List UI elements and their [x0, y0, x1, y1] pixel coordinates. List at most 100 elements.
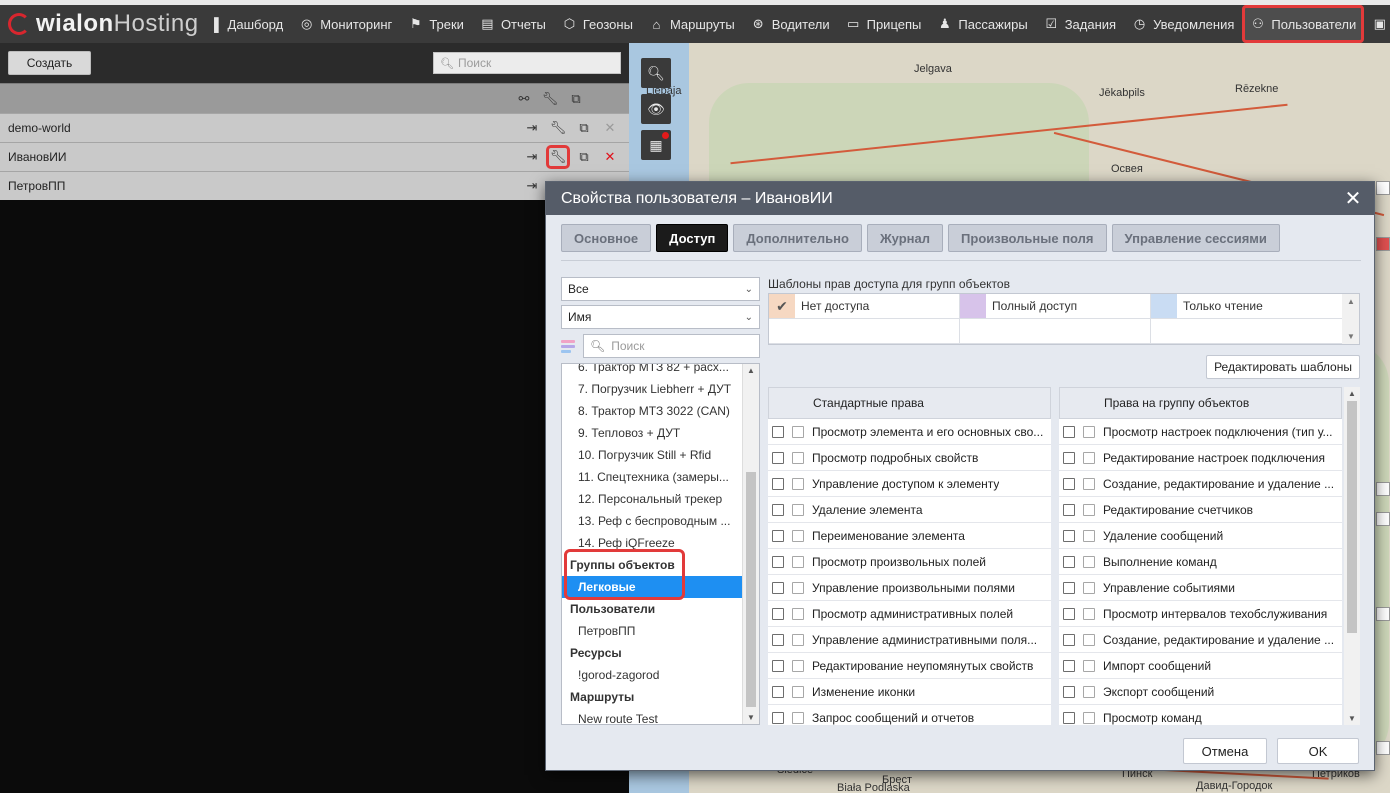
deny-checkbox[interactable]	[1083, 633, 1095, 646]
login-as-icon[interactable]: ⇥	[519, 146, 545, 168]
tree-item[interactable]: 9. Тепловоз + ДУТ	[562, 422, 742, 444]
deny-checkbox[interactable]	[792, 607, 804, 620]
cancel-button[interactable]: Отмена	[1183, 738, 1267, 764]
nav-item[interactable]: ▐ Дашборд	[199, 5, 292, 43]
template-cell[interactable]: Полный доступ	[960, 294, 1151, 318]
tree-group-header[interactable]: Маршруты	[562, 686, 742, 708]
nav-item[interactable]: ▣Об	[1364, 5, 1390, 43]
deny-checkbox[interactable]	[792, 581, 804, 594]
allow-checkbox[interactable]	[772, 529, 784, 542]
allow-checkbox[interactable]	[1063, 633, 1075, 646]
deny-checkbox[interactable]	[792, 633, 804, 646]
allow-checkbox[interactable]	[1063, 477, 1075, 490]
tree-item[interactable]: 14. Реф iQFreeze	[562, 532, 742, 554]
map-edge-control[interactable]	[1376, 181, 1390, 195]
tree-group-header[interactable]: Ресурсы	[562, 642, 742, 664]
allow-checkbox[interactable]	[772, 451, 784, 464]
deny-checkbox[interactable]	[1083, 685, 1095, 698]
deny-checkbox[interactable]	[792, 711, 804, 724]
user-row[interactable]: demo-world ⇥ 🔧︎ ⧉ ✕	[0, 113, 629, 142]
deny-checkbox[interactable]	[792, 503, 804, 516]
nav-item[interactable]: ⬡ Геозоны	[554, 5, 641, 43]
wrench-icon[interactable]: 🔧︎	[537, 88, 563, 110]
map-edge-control[interactable]	[1376, 741, 1390, 755]
rights-scrollbar[interactable]: ▲ ▼	[1344, 387, 1360, 725]
allow-checkbox[interactable]	[772, 607, 784, 620]
delete-icon[interactable]: ✕	[589, 88, 615, 110]
allow-checkbox[interactable]	[772, 581, 784, 594]
users-search-input[interactable]: 🔍︎ Поиск	[433, 52, 621, 74]
allow-checkbox[interactable]	[772, 633, 784, 646]
user-row[interactable]: ПетровПП ⇥	[0, 171, 629, 200]
allow-checkbox[interactable]	[1063, 711, 1075, 724]
map-edge-control[interactable]	[1376, 512, 1390, 526]
allow-checkbox[interactable]	[772, 711, 784, 724]
tree-item[interactable]: 7. Погрузчик Liebherr + ДУТ	[562, 378, 742, 400]
allow-checkbox[interactable]	[772, 555, 784, 568]
templates-scrollbar[interactable]: ▲ ▼	[1342, 294, 1359, 344]
deny-checkbox[interactable]	[1083, 451, 1095, 464]
map-edge-control[interactable]	[1376, 482, 1390, 496]
user-row[interactable]: ИвановИИ ⇥ 🔧︎ ⧉ ✕	[0, 142, 629, 171]
allow-checkbox[interactable]	[772, 425, 784, 438]
deny-checkbox[interactable]	[1083, 477, 1095, 490]
deny-checkbox[interactable]	[792, 451, 804, 464]
tab-2[interactable]: Дополнительно	[733, 224, 862, 252]
template-cell[interactable]: Только чтение	[1151, 294, 1342, 318]
wrench-icon[interactable]: 🔧︎	[546, 145, 570, 169]
no-rights-icon[interactable]: 🔧︎	[545, 117, 571, 139]
deny-checkbox[interactable]	[792, 425, 804, 438]
template-cell[interactable]: ✔ Нет доступа	[769, 294, 960, 318]
deny-checkbox[interactable]	[792, 659, 804, 672]
tab-0[interactable]: Основное	[561, 224, 652, 252]
tree-group-header[interactable]: Группы объектов	[562, 554, 742, 576]
allow-checkbox[interactable]	[1063, 607, 1075, 620]
user-settings-icon[interactable]: ⚯	[511, 88, 537, 110]
login-as-icon[interactable]: ⇥	[519, 175, 545, 197]
tree-group-header[interactable]: Пользователи	[562, 598, 742, 620]
nav-item[interactable]: ⌂ Маршруты	[641, 5, 743, 43]
allow-checkbox[interactable]	[772, 685, 784, 698]
edit-templates-button[interactable]: Редактировать шаблоны	[1206, 355, 1360, 379]
deny-checkbox[interactable]	[1083, 503, 1095, 516]
copy-icon[interactable]: ⧉	[571, 117, 597, 139]
nav-item[interactable]: ▤ Отчеты	[472, 5, 554, 43]
tree-item[interactable]: 12. Персональный трекер	[562, 488, 742, 510]
nav-item[interactable]: ♟ Пассажиры	[929, 5, 1035, 43]
objects-search-input[interactable]: 🔍︎ Поиск	[583, 334, 760, 358]
nav-item[interactable]: ⚑ Треки	[400, 5, 472, 43]
deny-checkbox[interactable]	[1083, 425, 1095, 438]
allow-checkbox[interactable]	[1063, 685, 1075, 698]
allow-checkbox[interactable]	[1063, 581, 1075, 594]
deny-checkbox[interactable]	[1083, 581, 1095, 594]
map-search-icon[interactable]: 🔍︎	[641, 58, 671, 88]
nav-item[interactable]: ⚇ Пользователи	[1242, 5, 1365, 43]
allow-checkbox[interactable]	[1063, 503, 1075, 516]
tree-item[interactable]: 11. Спецтехника (замеры...	[562, 466, 742, 488]
tree-item[interactable]: !gorod-zagorod	[562, 664, 742, 686]
allow-checkbox[interactable]	[772, 503, 784, 516]
ok-button[interactable]: OK	[1277, 738, 1359, 764]
deny-checkbox[interactable]	[1083, 711, 1095, 724]
map-marker[interactable]	[1376, 237, 1390, 251]
nav-item[interactable]: ◷ Уведомления	[1124, 5, 1242, 43]
deny-checkbox[interactable]	[1083, 555, 1095, 568]
allow-checkbox[interactable]	[1063, 451, 1075, 464]
tree-scrollbar[interactable]: ▲ ▼	[742, 364, 759, 724]
tree-item[interactable]: 6. Трактор МТЗ 82 + расх...	[562, 364, 742, 378]
tree-item[interactable]: 8. Трактор МТЗ 3022 (CAN)	[562, 400, 742, 422]
nav-item[interactable]: ▭ Прицепы	[838, 5, 930, 43]
allow-checkbox[interactable]	[1063, 555, 1075, 568]
tree-item[interactable]: New route Test	[562, 708, 742, 724]
deny-checkbox[interactable]	[1083, 529, 1095, 542]
deny-checkbox[interactable]	[792, 529, 804, 542]
nav-item[interactable]: ☑ Задания	[1036, 5, 1124, 43]
deny-checkbox[interactable]	[792, 477, 804, 490]
allow-checkbox[interactable]	[772, 659, 784, 672]
tree-item[interactable]: 10. Погрузчик Still + Rfid	[562, 444, 742, 466]
type-filter-select[interactable]: Все ⌄	[561, 277, 760, 301]
deny-checkbox[interactable]	[792, 685, 804, 698]
allow-checkbox[interactable]	[1063, 659, 1075, 672]
rights-scroll-thumb[interactable]	[1347, 401, 1357, 633]
tree-item[interactable]: Легковые	[562, 576, 742, 598]
